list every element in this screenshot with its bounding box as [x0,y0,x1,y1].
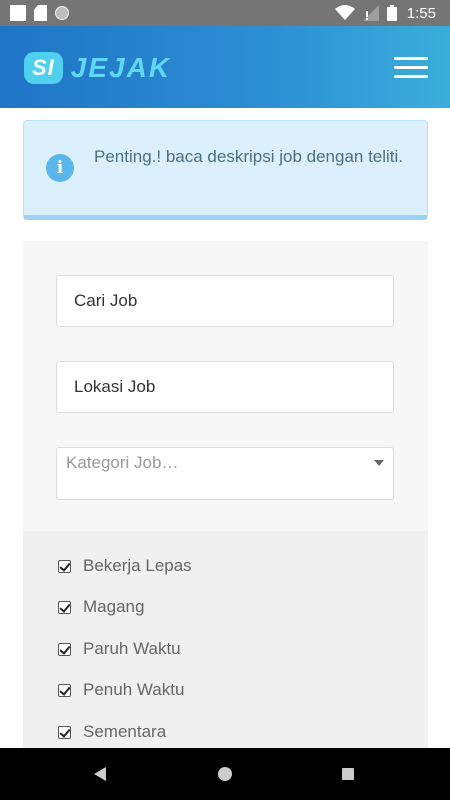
checkbox-checked-icon[interactable] [58,600,71,614]
job-type-filters: Bekerja Lepas Magang Paruh Waktu Penuh W… [23,531,428,748]
system-nav-bar [0,748,450,800]
recent-apps-icon[interactable] [342,768,354,780]
checkbox-sementara[interactable]: Sementara [58,720,166,744]
checkbox-checked-icon[interactable] [58,559,71,573]
checkbox-checked-icon[interactable] [58,642,71,656]
checkbox-bekerja-lepas[interactable]: Bekerja Lepas [58,554,192,578]
checkbox-label: Sementara [83,722,167,741]
hamburger-menu-icon[interactable] [394,57,428,79]
checkbox-label: Penuh Waktu [83,680,185,699]
job-location-input[interactable]: Lokasi Job [56,361,394,413]
category-placeholder: Kategori Job… [66,453,179,472]
status-left-icons [10,4,69,22]
checkbox-label: Magang [83,597,145,616]
checkbox-penuh-waktu[interactable]: Penuh Waktu [58,678,184,702]
wifi-icon [334,5,355,20]
checkbox-label: Paruh Waktu [83,639,181,658]
logo-wordmark: JEJAK [70,52,172,83]
info-icon: i [46,154,74,182]
info-alert: i Penting.! baca deskripsi job dengan te… [23,120,428,220]
checkbox-label: Bekerja Lepas [83,556,192,575]
sd-card-icon [34,5,47,21]
app-header: SI JEJAK [0,26,450,108]
no-signal-icon [362,5,379,21]
job-category-select[interactable]: Kategori Job… [56,447,394,500]
checkbox-checked-icon[interactable] [58,683,71,697]
status-right-icons: 1:55 [334,3,436,23]
alert-message: Penting.! baca deskripsi job dengan teli… [94,147,404,166]
checkbox-magang[interactable]: Magang [58,595,144,619]
chevron-down-icon [374,460,384,466]
search-form: Cari Job Lokasi Job Kategori Job… [23,241,428,531]
checkbox-paruh-waktu[interactable]: Paruh Waktu [58,637,181,661]
home-icon[interactable] [218,767,232,781]
notification-square-icon [10,5,26,21]
app-logo[interactable]: SI JEJAK [24,51,171,85]
job-search-input[interactable]: Cari Job [56,275,394,327]
back-icon[interactable] [94,767,106,781]
status-bar: 1:55 [0,0,450,26]
status-time: 1:55 [406,4,436,22]
battery-icon [386,5,397,21]
logo-si-badge: SI [24,52,63,84]
sync-circle-icon [55,6,69,20]
checkbox-checked-icon[interactable] [58,725,71,739]
